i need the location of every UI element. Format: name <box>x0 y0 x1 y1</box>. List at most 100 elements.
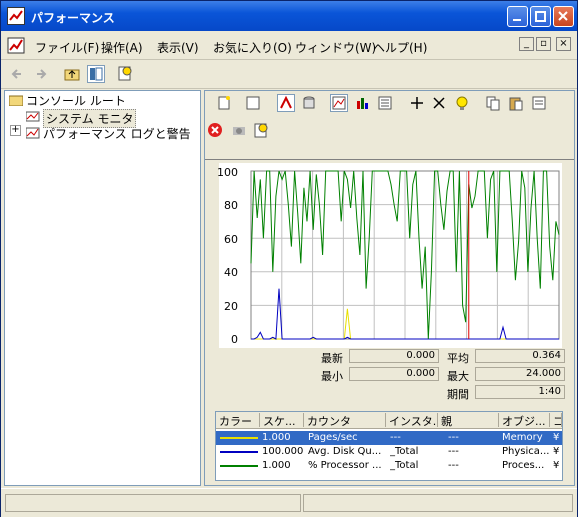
status-cell-main <box>5 494 301 512</box>
up-folder-icon[interactable] <box>64 66 80 82</box>
cell-counter: % Processor ... <box>308 460 382 471</box>
cell-scale: 1.000 <box>262 460 291 471</box>
chart-area <box>219 163 562 348</box>
window-title: パフォーマンス <box>31 11 115 25</box>
counter-list-row[interactable]: 1.000 Pages/sec --- --- Memory ¥ <box>216 431 562 445</box>
column-header-counter[interactable]: カウンタ <box>304 413 386 427</box>
menu-file[interactable]: ファイル(F) <box>35 39 99 56</box>
cell-instance: _Total <box>390 446 419 457</box>
status-cell-secondary <box>303 494 573 512</box>
column-header-scale[interactable]: スケ... <box>260 413 304 427</box>
column-header-parent[interactable]: 親 <box>438 413 499 427</box>
cell-computer: ¥ <box>553 432 560 443</box>
y-tick-label: 80 <box>224 199 238 212</box>
cell-computer: ¥ <box>553 446 560 457</box>
view-current-activity-icon[interactable] <box>277 94 295 112</box>
y-tick-label: 0 <box>231 333 238 346</box>
cell-scale: 1.000 <box>262 432 291 443</box>
add-counter-icon[interactable] <box>409 95 425 111</box>
menu-bar: ファイル(F) 操作(A) 表示(V) お気に入り(O) ウィンドウ(W) ヘル… <box>1 31 577 60</box>
menu-help[interactable]: ヘルプ(H) <box>373 39 427 56</box>
min-value: 0.000 <box>349 367 439 381</box>
minimize-button[interactable] <box>507 6 528 27</box>
menu-action[interactable]: 操作(A) <box>101 39 143 56</box>
forward-arrow-icon[interactable] <box>33 66 49 82</box>
console-tree: コンソール ルート システム モニタ + パフォーマンス ログと警告 <box>4 90 201 486</box>
tree-item-performance-logs[interactable]: パフォーマンス ログと警告 <box>43 125 191 142</box>
cell-object: Proces... <box>502 460 545 471</box>
menu-view[interactable]: 表示(V) <box>157 39 199 56</box>
status-bar <box>1 488 577 517</box>
cell-counter: Pages/sec <box>308 432 358 443</box>
column-header-computer[interactable]: コ <box>550 413 562 427</box>
mdi-close-button[interactable]: × <box>556 37 571 51</box>
last-value: 0.000 <box>349 349 439 363</box>
y-tick-label: 100 <box>217 166 238 179</box>
cell-instance: --- <box>390 432 401 443</box>
cell-parent: --- <box>448 432 459 443</box>
duration-label: 期間 <box>447 388 469 401</box>
mmc-document-icon[interactable] <box>7 37 27 55</box>
series-color-swatch <box>220 465 258 467</box>
cell-parent: --- <box>448 460 459 471</box>
counter-list-row[interactable]: 100.000 Avg. Disk Qu... _Total --- Physica..… <box>216 445 562 459</box>
view-report-icon[interactable] <box>377 95 393 111</box>
clear-display-icon[interactable] <box>245 95 261 111</box>
performance-logs-icon <box>25 127 40 139</box>
maximize-button[interactable] <box>530 6 551 27</box>
column-header-object[interactable]: オブジ... <box>499 413 550 427</box>
update-data-icon[interactable] <box>231 122 247 138</box>
counter-list: カラー スケ... カウンタ インスタ... 親 オブジ... コ 1.000 P… <box>215 411 563 481</box>
mdi-minimize-button[interactable]: _ <box>519 37 534 51</box>
back-arrow-icon[interactable] <box>9 66 25 82</box>
main-toolbar <box>1 60 577 89</box>
average-value: 0.364 <box>475 349 565 363</box>
app-window: パフォーマンス ファイル(F) 操作(A) 表示(V) お気に入り(O) ウィン… <box>0 0 578 517</box>
cell-computer: ¥ <box>553 460 560 471</box>
duration-value: 1:40 <box>475 385 565 399</box>
show-hide-tree-icon[interactable] <box>87 65 105 83</box>
last-label: 最新 <box>321 352 343 365</box>
delete-counter-icon[interactable] <box>431 95 447 111</box>
tree-root[interactable]: コンソール ルート <box>26 92 126 109</box>
help-icon[interactable] <box>253 122 269 138</box>
view-histogram-icon[interactable] <box>355 95 371 111</box>
cell-parent: --- <box>448 446 459 457</box>
view-graph-icon[interactable] <box>330 94 348 112</box>
close-button[interactable] <box>553 6 574 27</box>
new-counter-set-icon[interactable] <box>216 95 232 111</box>
y-tick-label: 20 <box>224 300 238 313</box>
average-label: 平均 <box>447 352 469 365</box>
highlight-icon[interactable] <box>454 95 470 111</box>
y-tick-label: 60 <box>224 233 238 246</box>
performance-chart <box>250 170 560 340</box>
folder-icon <box>8 94 24 107</box>
mdi-restore-button[interactable]: ▫ <box>536 37 551 51</box>
max-label: 最大 <box>447 370 469 383</box>
menu-favorites[interactable]: お気に入り(O) <box>213 39 292 56</box>
counter-list-row[interactable]: 1.000 % Processor ... _Total --- Proces... ¥ <box>216 459 562 473</box>
min-label: 最小 <box>321 370 343 383</box>
cell-counter: Avg. Disk Qu... <box>308 446 382 457</box>
column-header-color[interactable]: カラー <box>216 413 260 427</box>
cell-instance: _Total <box>390 460 419 471</box>
menu-window[interactable]: ウィンドウ(W) <box>295 39 376 56</box>
max-value: 24.000 <box>475 367 565 381</box>
cell-object: Memory <box>502 432 543 443</box>
paste-counter-list-icon[interactable] <box>508 95 524 111</box>
help-properties-icon[interactable] <box>117 65 133 81</box>
y-tick-label: 40 <box>224 266 238 279</box>
performance-app-icon <box>7 7 25 25</box>
copy-properties-icon[interactable] <box>485 95 501 111</box>
title-bar[interactable]: パフォーマンス <box>1 1 577 31</box>
series-color-swatch <box>220 451 258 453</box>
system-monitor-icon <box>25 111 40 123</box>
cell-object: Physica... <box>502 446 550 457</box>
column-header-instance[interactable]: インスタ... <box>386 413 438 427</box>
properties-icon[interactable] <box>531 95 547 111</box>
freeze-display-icon[interactable] <box>207 122 223 138</box>
view-log-data-icon[interactable] <box>301 95 317 111</box>
tree-expand-icon[interactable]: + <box>10 125 21 136</box>
counter-list-header: カラー スケ... カウンタ インスタ... 親 オブジ... コ <box>216 412 562 429</box>
cell-scale: 100.000 <box>262 446 304 457</box>
